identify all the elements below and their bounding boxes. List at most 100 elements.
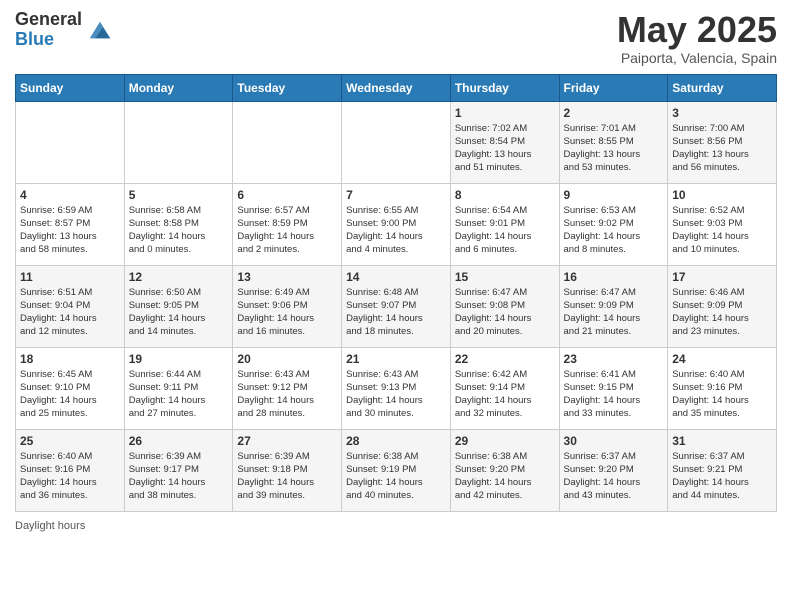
- day-info: Sunrise: 6:46 AM Sunset: 9:09 PM Dayligh…: [672, 286, 772, 339]
- calendar-cell: 9Sunrise: 6:53 AM Sunset: 9:02 PM Daylig…: [559, 183, 668, 265]
- day-info: Sunrise: 6:39 AM Sunset: 9:17 PM Dayligh…: [129, 450, 229, 503]
- header-friday: Friday: [559, 74, 668, 101]
- calendar-cell: 5 Sunrise: 6:58 AM Sunset: 8:58 PM Daylig…: [124, 183, 233, 265]
- day-info: Sunrise: 6:40 AM Sunset: 9:16 PM Dayligh…: [672, 368, 772, 421]
- day-info: Sunrise: 6:43 AM Sunset: 9:13 PM Dayligh…: [346, 368, 446, 421]
- day-number: 28: [346, 434, 446, 448]
- day-info: Sunrise: 6:49 AM Sunset: 9:06 PM Dayligh…: [237, 286, 337, 339]
- calendar-week-5: 25 Sunrise: 6:40 AM Sunset: 9:16 PM Dayli…: [16, 429, 777, 511]
- calendar-cell: 26 Sunrise: 6:39 AM Sunset: 9:17 PM Dayli…: [124, 429, 233, 511]
- day-number: 19: [129, 352, 229, 366]
- calendar-cell: 7Sunrise: 6:55 AM Sunset: 9:00 PM Daylig…: [342, 183, 451, 265]
- day-number: 27: [237, 434, 337, 448]
- calendar-cell: 4 Sunrise: 6:59 AM Sunset: 8:57 PM Daylig…: [16, 183, 125, 265]
- day-info: Sunrise: 6:47 AM Sunset: 9:09 PM Dayligh…: [564, 286, 664, 339]
- calendar-cell: 6Sunrise: 6:57 AM Sunset: 8:59 PM Daylig…: [233, 183, 342, 265]
- day-info: Sunrise: 7:02 AM Sunset: 8:54 PM Dayligh…: [455, 122, 555, 175]
- calendar-cell: 14Sunrise: 6:48 AM Sunset: 9:07 PM Dayli…: [342, 265, 451, 347]
- day-number: 23: [564, 352, 664, 366]
- footer: Daylight hours: [15, 520, 777, 532]
- calendar-week-3: 11 Sunrise: 6:51 AM Sunset: 9:04 PM Dayli…: [16, 265, 777, 347]
- day-info: Sunrise: 6:38 AM Sunset: 9:20 PM Dayligh…: [455, 450, 555, 503]
- day-number: 11: [20, 270, 120, 284]
- calendar-cell: 30 Sunrise: 6:37 AM Sunset: 9:20 PM Dayli…: [559, 429, 668, 511]
- calendar-cell: 18 Sunrise: 6:45 AM Sunset: 9:10 PM Dayli…: [16, 347, 125, 429]
- day-info: Sunrise: 6:47 AM Sunset: 9:08 PM Dayligh…: [455, 286, 555, 339]
- calendar-cell: 19 Sunrise: 6:44 AM Sunset: 9:11 PM Dayli…: [124, 347, 233, 429]
- day-number: 15: [455, 270, 555, 284]
- day-number: 10: [672, 188, 772, 202]
- day-number: 17: [672, 270, 772, 284]
- calendar-location: Paiporta, Valencia, Spain: [617, 50, 777, 66]
- header-monday: Monday: [124, 74, 233, 101]
- calendar-cell: 28 Sunrise: 6:38 AM Sunset: 9:19 PM Dayli…: [342, 429, 451, 511]
- calendar-cell: 21 Sunrise: 6:43 AM Sunset: 9:13 PM Dayli…: [342, 347, 451, 429]
- calendar-cell: 11 Sunrise: 6:51 AM Sunset: 9:04 PM Dayli…: [16, 265, 125, 347]
- header-sunday: Sunday: [16, 74, 125, 101]
- header-saturday: Saturday: [668, 74, 777, 101]
- day-info: Sunrise: 6:38 AM Sunset: 9:19 PM Dayligh…: [346, 450, 446, 503]
- day-number: 9: [564, 188, 664, 202]
- calendar-week-4: 18 Sunrise: 6:45 AM Sunset: 9:10 PM Dayli…: [16, 347, 777, 429]
- logo-icon: [86, 16, 114, 44]
- calendar-cell: 3Sunrise: 7:00 AM Sunset: 8:56 PM Daylig…: [668, 101, 777, 183]
- logo: General Blue: [15, 10, 114, 50]
- calendar-cell: 23 Sunrise: 6:41 AM Sunset: 9:15 PM Dayli…: [559, 347, 668, 429]
- calendar-cell: 24Sunrise: 6:40 AM Sunset: 9:16 PM Dayli…: [668, 347, 777, 429]
- day-number: 20: [237, 352, 337, 366]
- calendar-week-2: 4 Sunrise: 6:59 AM Sunset: 8:57 PM Daylig…: [16, 183, 777, 265]
- title-block: May 2025 Paiporta, Valencia, Spain: [617, 10, 777, 66]
- calendar-table: SundayMondayTuesdayWednesdayThursdayFrid…: [15, 74, 777, 512]
- daylight-label: Daylight hours: [15, 520, 85, 532]
- day-info: Sunrise: 6:55 AM Sunset: 9:00 PM Dayligh…: [346, 204, 446, 257]
- day-number: 26: [129, 434, 229, 448]
- day-number: 1: [455, 106, 555, 120]
- calendar-cell: 22 Sunrise: 6:42 AM Sunset: 9:14 PM Dayli…: [450, 347, 559, 429]
- calendar-cell: 31Sunrise: 6:37 AM Sunset: 9:21 PM Dayli…: [668, 429, 777, 511]
- calendar-cell: 27Sunrise: 6:39 AM Sunset: 9:18 PM Dayli…: [233, 429, 342, 511]
- calendar-cell: 2Sunrise: 7:01 AM Sunset: 8:55 PM Daylig…: [559, 101, 668, 183]
- calendar-header-row: SundayMondayTuesdayWednesdayThursdayFrid…: [16, 74, 777, 101]
- day-number: 22: [455, 352, 555, 366]
- day-number: 16: [564, 270, 664, 284]
- day-info: Sunrise: 7:00 AM Sunset: 8:56 PM Dayligh…: [672, 122, 772, 175]
- day-info: Sunrise: 6:58 AM Sunset: 8:58 PM Dayligh…: [129, 204, 229, 257]
- day-info: Sunrise: 6:42 AM Sunset: 9:14 PM Dayligh…: [455, 368, 555, 421]
- calendar-cell: 25 Sunrise: 6:40 AM Sunset: 9:16 PM Dayli…: [16, 429, 125, 511]
- day-number: 4: [20, 188, 120, 202]
- header-wednesday: Wednesday: [342, 74, 451, 101]
- day-info: Sunrise: 6:59 AM Sunset: 8:57 PM Dayligh…: [20, 204, 120, 257]
- day-info: Sunrise: 6:48 AM Sunset: 9:07 PM Dayligh…: [346, 286, 446, 339]
- calendar-cell: 29 Sunrise: 6:38 AM Sunset: 9:20 PM Dayli…: [450, 429, 559, 511]
- day-info: Sunrise: 6:37 AM Sunset: 9:20 PM Dayligh…: [564, 450, 664, 503]
- day-info: Sunrise: 6:50 AM Sunset: 9:05 PM Dayligh…: [129, 286, 229, 339]
- day-info: Sunrise: 6:52 AM Sunset: 9:03 PM Dayligh…: [672, 204, 772, 257]
- logo-blue-text: Blue: [15, 30, 82, 50]
- calendar-week-1: 1 Sunrise: 7:02 AM Sunset: 8:54 PM Daylig…: [16, 101, 777, 183]
- day-info: Sunrise: 6:44 AM Sunset: 9:11 PM Dayligh…: [129, 368, 229, 421]
- day-info: Sunrise: 6:51 AM Sunset: 9:04 PM Dayligh…: [20, 286, 120, 339]
- calendar-cell: 20 Sunrise: 6:43 AM Sunset: 9:12 PM Dayli…: [233, 347, 342, 429]
- day-info: Sunrise: 7:01 AM Sunset: 8:55 PM Dayligh…: [564, 122, 664, 175]
- calendar-body: 1 Sunrise: 7:02 AM Sunset: 8:54 PM Daylig…: [16, 101, 777, 511]
- day-number: 25: [20, 434, 120, 448]
- day-number: 29: [455, 434, 555, 448]
- page-header: General Blue May 2025 Paiporta, Valencia…: [15, 10, 777, 66]
- calendar-cell: 16 Sunrise: 6:47 AM Sunset: 9:09 PM Dayli…: [559, 265, 668, 347]
- calendar-cell: 1 Sunrise: 7:02 AM Sunset: 8:54 PM Daylig…: [450, 101, 559, 183]
- day-info: Sunrise: 6:40 AM Sunset: 9:16 PM Dayligh…: [20, 450, 120, 503]
- day-info: Sunrise: 6:43 AM Sunset: 9:12 PM Dayligh…: [237, 368, 337, 421]
- day-number: 12: [129, 270, 229, 284]
- day-info: Sunrise: 6:41 AM Sunset: 9:15 PM Dayligh…: [564, 368, 664, 421]
- day-info: Sunrise: 6:45 AM Sunset: 9:10 PM Dayligh…: [20, 368, 120, 421]
- day-number: 18: [20, 352, 120, 366]
- day-number: 21: [346, 352, 446, 366]
- day-number: 13: [237, 270, 337, 284]
- calendar-title: May 2025: [617, 10, 777, 50]
- calendar-cell: 8Sunrise: 6:54 AM Sunset: 9:01 PM Daylig…: [450, 183, 559, 265]
- day-number: 5: [129, 188, 229, 202]
- logo-general-text: General: [15, 10, 82, 30]
- header-thursday: Thursday: [450, 74, 559, 101]
- day-number: 30: [564, 434, 664, 448]
- day-info: Sunrise: 6:37 AM Sunset: 9:21 PM Dayligh…: [672, 450, 772, 503]
